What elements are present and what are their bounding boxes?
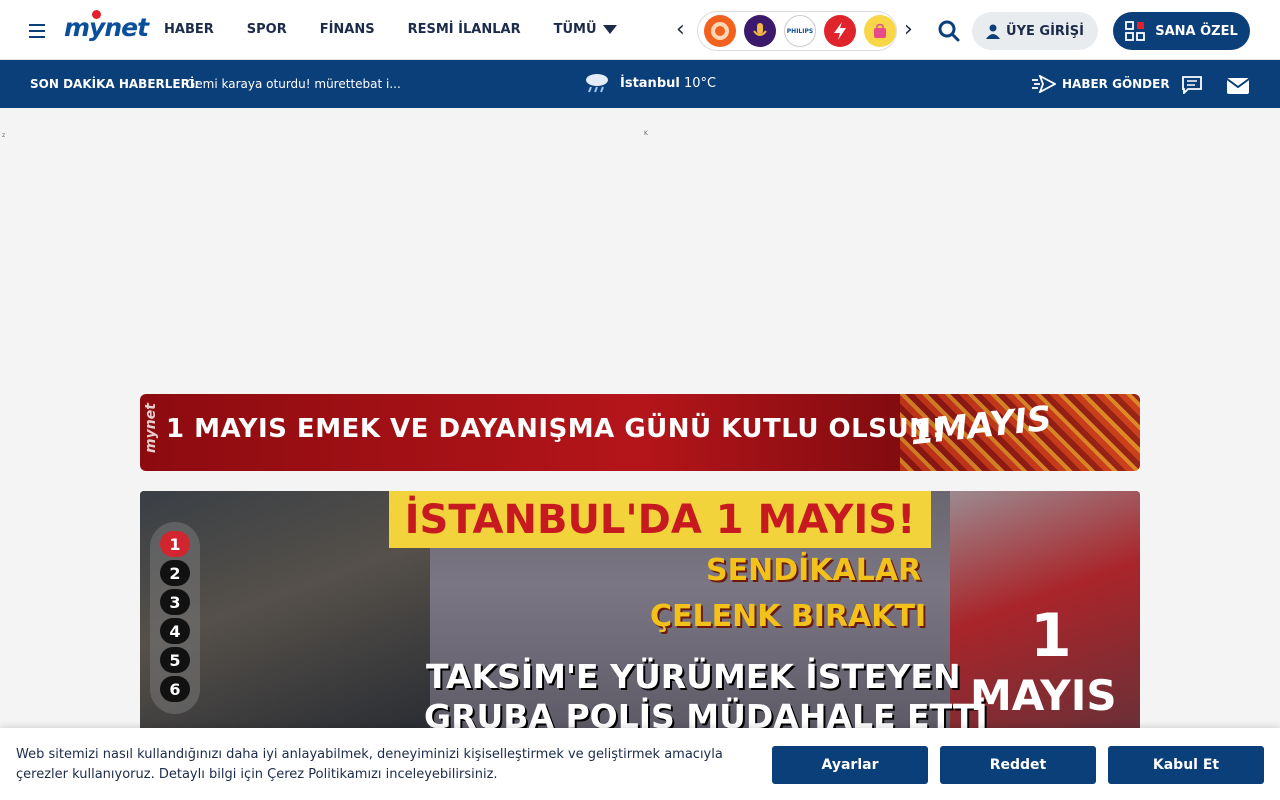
- sign-number: 1: [1030, 601, 1072, 671]
- rain-cloud-icon: [586, 74, 608, 93]
- weather-city: İstanbul: [620, 75, 680, 91]
- breaking-news-headline[interactable]: Gemi karaya oturdu! mürettebat i...: [186, 77, 401, 91]
- slider-pagination: 1 2 3 4 5 6: [150, 522, 200, 714]
- hero-title: İSTANBUL'DA 1 MAYIS!: [404, 496, 916, 543]
- carousel-prev-button[interactable]: ‹: [676, 19, 685, 41]
- user-icon: [986, 24, 1001, 39]
- send-news-label: HABER GÖNDER: [1062, 77, 1170, 91]
- lion-icon[interactable]: [704, 15, 736, 47]
- philips-logo[interactable]: PHILIPS: [784, 15, 816, 47]
- slide-2-button[interactable]: 2: [160, 560, 190, 586]
- may-day-text: 1 MAYIS EMEK VE DAYANIŞMA GÜNÜ KUTLU OLS…: [166, 414, 944, 444]
- lightning-icon[interactable]: [824, 15, 856, 47]
- cookie-accept-button[interactable]: Kabul Et: [1108, 746, 1264, 784]
- comment-icon[interactable]: [1182, 76, 1202, 94]
- shopping-bag-icon[interactable]: [864, 15, 896, 47]
- weather-temp: 10°C: [683, 75, 717, 91]
- caret-down-icon: [602, 25, 617, 34]
- login-label: ÜYE GİRİŞİ: [1006, 23, 1084, 39]
- search-icon[interactable]: [938, 20, 960, 42]
- nav-haber[interactable]: HABER: [164, 22, 214, 37]
- slide-1-button[interactable]: 1: [160, 531, 190, 557]
- login-button[interactable]: ÜYE GİRİŞİ: [972, 12, 1098, 50]
- advertisement-area[interactable]: z K: [0, 108, 1280, 388]
- slide-3-button[interactable]: 3: [160, 589, 190, 615]
- brand-carousel: PHILIPS: [697, 11, 897, 51]
- breaking-news-label: SON DAKİKA HABERLERİ:: [30, 77, 200, 91]
- cookie-text: Web sitemizi nasıl kullandığınızı daha i…: [16, 747, 723, 782]
- nav-spor[interactable]: SPOR: [247, 22, 287, 37]
- ad-marker-left: z: [2, 132, 6, 139]
- mail-icon[interactable]: [1226, 77, 1250, 95]
- weather-widget[interactable]: İstanbul 10°C: [584, 72, 716, 94]
- hero-line-1: SENDİKALAR: [706, 553, 922, 588]
- send-icon: [1032, 75, 1056, 93]
- hero-slider[interactable]: İSTANBUL'DA 1 MAYIS! SENDİKALAR ÇELENK B…: [140, 491, 1140, 731]
- mynet-logo[interactable]: mynet: [64, 10, 149, 42]
- ad-marker-center: K: [644, 130, 648, 137]
- nav-finans[interactable]: FİNANS: [320, 22, 375, 37]
- breaking-news-bar: SON DAKİKA HABERLERİ: Gemi karaya oturdu…: [0, 60, 1280, 108]
- carousel-next-button[interactable]: ›: [904, 19, 913, 41]
- cookie-settings-button[interactable]: Ayarlar: [772, 746, 928, 784]
- main-nav: HABER SPOR FİNANS RESMİ İLANLAR TÜMÜ: [164, 22, 650, 37]
- send-news-button[interactable]: HABER GÖNDER: [1032, 75, 1170, 93]
- special-for-you-button[interactable]: SANA ÖZEL: [1113, 12, 1250, 50]
- top-bar: mynet HABER SPOR FİNANS RESMİ İLANLAR TÜ…: [0, 0, 1280, 60]
- special-label: SANA ÖZEL: [1155, 23, 1238, 39]
- cookie-reject-button[interactable]: Reddet: [940, 746, 1096, 784]
- nav-tumu[interactable]: TÜMÜ: [554, 22, 617, 37]
- slide-5-button[interactable]: 5: [160, 647, 190, 673]
- hero-title-box: İSTANBUL'DA 1 MAYIS!: [389, 491, 931, 548]
- slide-6-button[interactable]: 6: [160, 676, 190, 702]
- slide-4-button[interactable]: 4: [160, 618, 190, 644]
- menu-icon[interactable]: [29, 24, 45, 38]
- cookie-banner: Web sitemizi nasıl kullandığınızı daha i…: [0, 728, 1280, 800]
- hero-line-4: GRUBA POLİS MÜDAHALE ETTİ: [424, 697, 988, 731]
- microphone-icon[interactable]: [744, 15, 776, 47]
- nav-tumu-label: TÜMÜ: [553, 22, 597, 37]
- may-day-banner[interactable]: mynet 1 MAYIS EMEK VE DAYANIŞMA GÜNÜ KUT…: [140, 394, 1140, 471]
- sign-text: MAYIS: [970, 671, 1117, 720]
- dashboard-icon: [1125, 21, 1146, 41]
- banner-side-logo: mynet: [142, 403, 159, 453]
- hero-line-3: TAKSİM'E YÜRÜMEK İSTEYEN: [426, 657, 961, 696]
- hero-line-2: ÇELENK BIRAKTI: [650, 599, 927, 634]
- nav-resmi-ilanlar[interactable]: RESMİ İLANLAR: [408, 22, 521, 37]
